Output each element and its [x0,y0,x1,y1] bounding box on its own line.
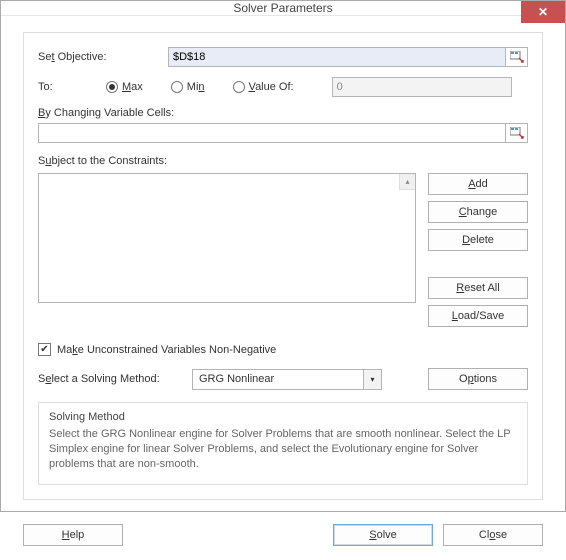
objective-input[interactable] [168,47,506,67]
select-method-label: Select a Solving Method: [38,373,178,385]
method-description-heading: Solving Method [49,411,517,423]
set-objective-label: Set Objective: [38,51,168,63]
objective-range-picker-button[interactable] [506,47,528,67]
content-area: Set Objective: To: Max [1,16,565,512]
solve-button[interactable]: Solve [333,524,433,546]
constraints-listbox[interactable]: ▴ [38,173,416,303]
options-button[interactable]: Options [428,368,528,390]
window-close-button[interactable]: ✕ [521,1,565,23]
method-description-box: Solving Method Select the GRG Nonlinear … [38,402,528,485]
radio-max[interactable]: Max [106,81,143,93]
radio-value-of[interactable]: Value Of: [233,81,294,93]
to-label: To: [38,81,78,93]
window-title: Solver Parameters [1,1,565,15]
change-button[interactable]: Change [428,201,528,223]
to-row: To: Max Min Value Of: [38,77,528,97]
solving-method-combo[interactable]: GRG Nonlinear ▾ [192,369,382,390]
radio-min[interactable]: Min [171,81,205,93]
constraint-buttons: Add Change Delete Reset All Load/Save [428,173,528,327]
close-button[interactable]: Close [443,524,543,546]
load-save-button[interactable]: Load/Save [428,305,528,327]
help-button[interactable]: Help [23,524,123,546]
checkbox-indicator: ✔ [38,343,51,356]
changing-cells-input[interactable] [38,123,506,143]
radio-valueof-label: Value Of: [249,81,294,93]
scroll-up-button[interactable]: ▴ [399,174,415,190]
constraints-block: ▴ Add Change Delete Reset All Load/Save [38,173,528,327]
radio-max-indicator [106,81,118,93]
solver-parameters-dialog: Solver Parameters ✕ Set Objective: [0,0,566,512]
set-objective-row: Set Objective: [38,47,528,67]
constraints-label: Subject to the Constraints: [38,155,528,167]
method-row: Select a Solving Method: GRG Nonlinear ▾… [38,368,528,390]
method-description-text: Select the GRG Nonlinear engine for Solv… [49,427,517,472]
add-button[interactable]: Add [428,173,528,195]
reset-all-button[interactable]: Reset All [428,277,528,299]
radio-valueof-indicator [233,81,245,93]
changing-cells-label: By Changing Variable Cells: [38,107,528,119]
chevron-down-icon: ▾ [363,370,381,389]
footer-buttons: Help Solve Close [1,512,565,560]
range-picker-icon [510,51,524,63]
titlebar: Solver Parameters ✕ [1,1,565,16]
radio-min-label: Min [187,81,205,93]
range-picker-icon [510,127,524,139]
delete-button[interactable]: Delete [428,229,528,251]
main-panel: Set Objective: To: Max [23,32,543,500]
changing-cells-range-picker-button[interactable] [506,123,528,143]
unconstrained-label: Make Unconstrained Variables Non-Negativ… [57,344,276,356]
radio-min-indicator [171,81,183,93]
solving-method-selected: GRG Nonlinear [193,370,363,389]
changing-cells-input-group [38,123,528,143]
changing-cells-row [38,123,528,143]
radio-max-label: Max [122,81,143,93]
unconstrained-checkbox[interactable]: ✔ Make Unconstrained Variables Non-Negat… [38,343,528,356]
value-of-input[interactable] [332,77,512,97]
objective-input-group [168,47,528,67]
